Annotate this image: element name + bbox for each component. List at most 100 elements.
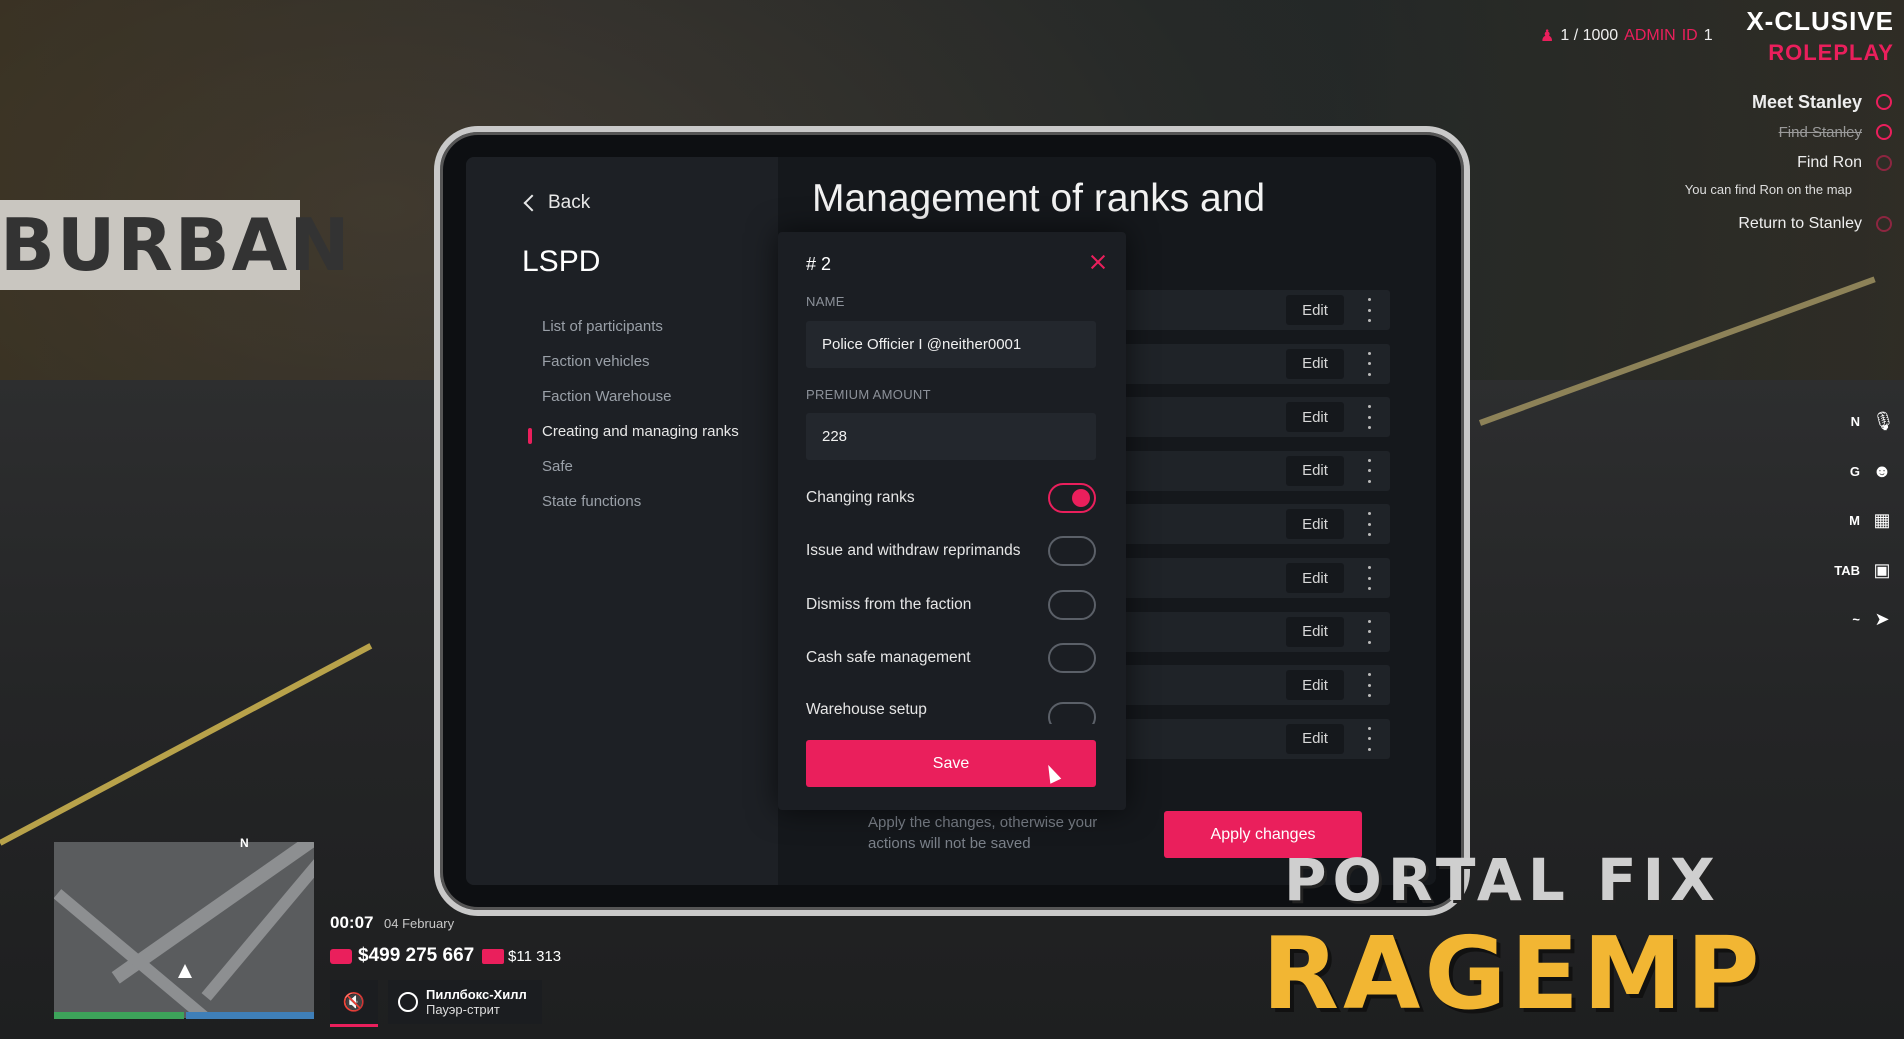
watermark-portal-fix: PORTAL FIX	[1284, 846, 1721, 914]
cash-amount: $499 275 667	[358, 945, 475, 966]
health-bar	[54, 1012, 184, 1019]
edit-button[interactable]: Edit	[1286, 616, 1344, 647]
more-options-icon[interactable]	[1366, 619, 1372, 644]
clock-time: 00:07	[330, 913, 374, 932]
permission-label: Changing ranks	[806, 489, 915, 506]
toggle-switch[interactable]	[1048, 702, 1096, 724]
location-district: Пиллбокс-Хилл	[426, 987, 527, 1002]
microphone-icon: 🎙	[1872, 411, 1895, 431]
apply-note: Apply the changes, otherwise your action…	[868, 814, 1098, 852]
inventory-icon: ▣	[1873, 560, 1891, 580]
modal-title: # 2	[806, 254, 832, 274]
voice-status: 🔇	[330, 980, 378, 1027]
toggle-switch[interactable]	[1048, 483, 1096, 513]
target-icon	[1876, 124, 1892, 140]
back-label: Back	[548, 192, 591, 213]
permission-label: Warehouse setup	[806, 701, 927, 718]
page-title: Management of ranks and	[812, 177, 1266, 220]
target-icon	[1876, 216, 1892, 232]
online-counter: ♟ 1 / 1000 ADMIN ID 1	[1540, 26, 1713, 46]
sidebar-item-participants[interactable]: List of participants	[542, 319, 762, 335]
edit-button[interactable]: Edit	[1286, 670, 1344, 701]
sidebar-item-state-functions[interactable]: State functions	[542, 494, 762, 510]
bank-balance: $11 313	[482, 948, 561, 965]
keybind-key: ~	[1852, 612, 1860, 627]
sidebar-item-vehicles[interactable]: Faction vehicles	[542, 354, 762, 370]
permission-label: Cash safe management	[806, 649, 971, 666]
more-options-icon[interactable]	[1366, 673, 1372, 698]
sidebar-item-ranks[interactable]: Creating and managing ranks	[528, 424, 762, 444]
cursor-icon: ➤	[1874, 609, 1890, 629]
location-street: Пауэр-стрит	[426, 1002, 500, 1017]
compass-north: N	[240, 836, 249, 850]
card-icon	[482, 949, 504, 964]
sidebar-item-warehouse[interactable]: Faction Warehouse	[542, 389, 762, 405]
grid-icon: ▦	[1873, 510, 1891, 530]
toggle-switch[interactable]	[1048, 536, 1096, 566]
name-input[interactable]: Police Officier I @neither0001	[806, 321, 1096, 368]
back-button[interactable]: Back	[522, 192, 590, 214]
more-options-icon[interactable]	[1366, 405, 1372, 430]
premium-label: PREMIUM AMOUNT	[806, 387, 931, 402]
more-options-icon[interactable]	[1366, 512, 1372, 537]
edit-button[interactable]: Edit	[1286, 348, 1344, 379]
background-sign: BURBAN	[0, 200, 350, 290]
compass-icon	[398, 992, 418, 1012]
quest-pending: Find Ron	[1797, 154, 1862, 171]
keybind-key: N	[1850, 414, 1860, 429]
edit-button[interactable]: Edit	[1286, 723, 1344, 754]
brand-title: X-CLUSIVE	[1746, 6, 1894, 36]
quest-done: Find Stanley	[1778, 124, 1862, 141]
sidebar: Back LSPD List of participants Faction v…	[466, 157, 778, 885]
permission-reprimands: Issue and withdraw reprimands	[806, 535, 1096, 567]
close-icon[interactable]	[1090, 254, 1106, 270]
toggle-switch[interactable]	[1048, 590, 1096, 620]
minimap	[54, 842, 314, 1018]
brand-subtitle: ROLEPLAY	[1768, 40, 1894, 65]
player-arrow-icon	[178, 964, 192, 978]
edit-button[interactable]: Edit	[1286, 455, 1344, 486]
quest-pending: Return to Stanley	[1738, 215, 1862, 232]
permission-changing-ranks: Changing ranks	[806, 482, 1096, 514]
more-options-icon[interactable]	[1366, 566, 1372, 590]
wallet-icon	[330, 948, 352, 964]
more-options-icon[interactable]	[1366, 458, 1372, 483]
more-options-icon[interactable]	[1366, 351, 1372, 376]
armor-bar	[186, 1012, 314, 1019]
edit-button[interactable]: Edit	[1286, 509, 1344, 540]
edit-button[interactable]: Edit	[1286, 295, 1344, 325]
permission-label: Issue and withdraw reprimands	[806, 542, 1021, 559]
id-label: ID	[1681, 27, 1698, 44]
online-count: 1 / 1000	[1560, 27, 1619, 44]
rank-edit-modal: # 2 NAME Police Officier I @neither0001 …	[778, 232, 1126, 810]
more-options-icon[interactable]	[1366, 298, 1372, 322]
keybind-key: M	[1849, 513, 1860, 528]
keybind-key: G	[1849, 464, 1860, 479]
edit-button[interactable]: Edit	[1286, 563, 1344, 593]
target-icon	[1876, 94, 1892, 110]
bank-amount: $11 313	[508, 948, 562, 965]
edit-button[interactable]: Edit	[1286, 402, 1344, 433]
id-value: 1	[1703, 27, 1713, 44]
cash-balance: $499 275 667	[330, 945, 474, 967]
name-label: NAME	[806, 294, 845, 309]
sidebar-item-safe[interactable]: Safe	[542, 459, 762, 475]
toggle-switch[interactable]	[1048, 643, 1096, 673]
permission-warehouse-setup: Warehouse setup	[806, 696, 1096, 724]
permission-dismiss: Dismiss from the faction	[806, 589, 1096, 621]
premium-input[interactable]: 228	[806, 413, 1096, 460]
sidebar-menu: List of participants Faction vehicles Fa…	[528, 319, 762, 529]
target-icon	[1876, 155, 1892, 171]
players-icon: ♟	[1540, 28, 1555, 45]
quest-hint: You can find Ron on the map	[1684, 182, 1852, 197]
keybind-key: TAB	[1834, 563, 1860, 578]
more-options-icon[interactable]	[1366, 726, 1372, 751]
microphone-muted-icon: 🔇	[342, 991, 366, 1012]
user-check-icon: ☻	[1872, 461, 1892, 481]
faction-name: LSPD	[522, 245, 601, 278]
admin-badge: ADMIN	[1624, 27, 1676, 44]
watermark-ragemp: RAGEMP	[1262, 915, 1764, 1032]
permission-label: Dismiss from the faction	[806, 596, 972, 613]
clock-date: 04 February	[384, 916, 455, 931]
location-display: Пиллбокс-Хилл Пауэр-стрит	[388, 980, 542, 1024]
